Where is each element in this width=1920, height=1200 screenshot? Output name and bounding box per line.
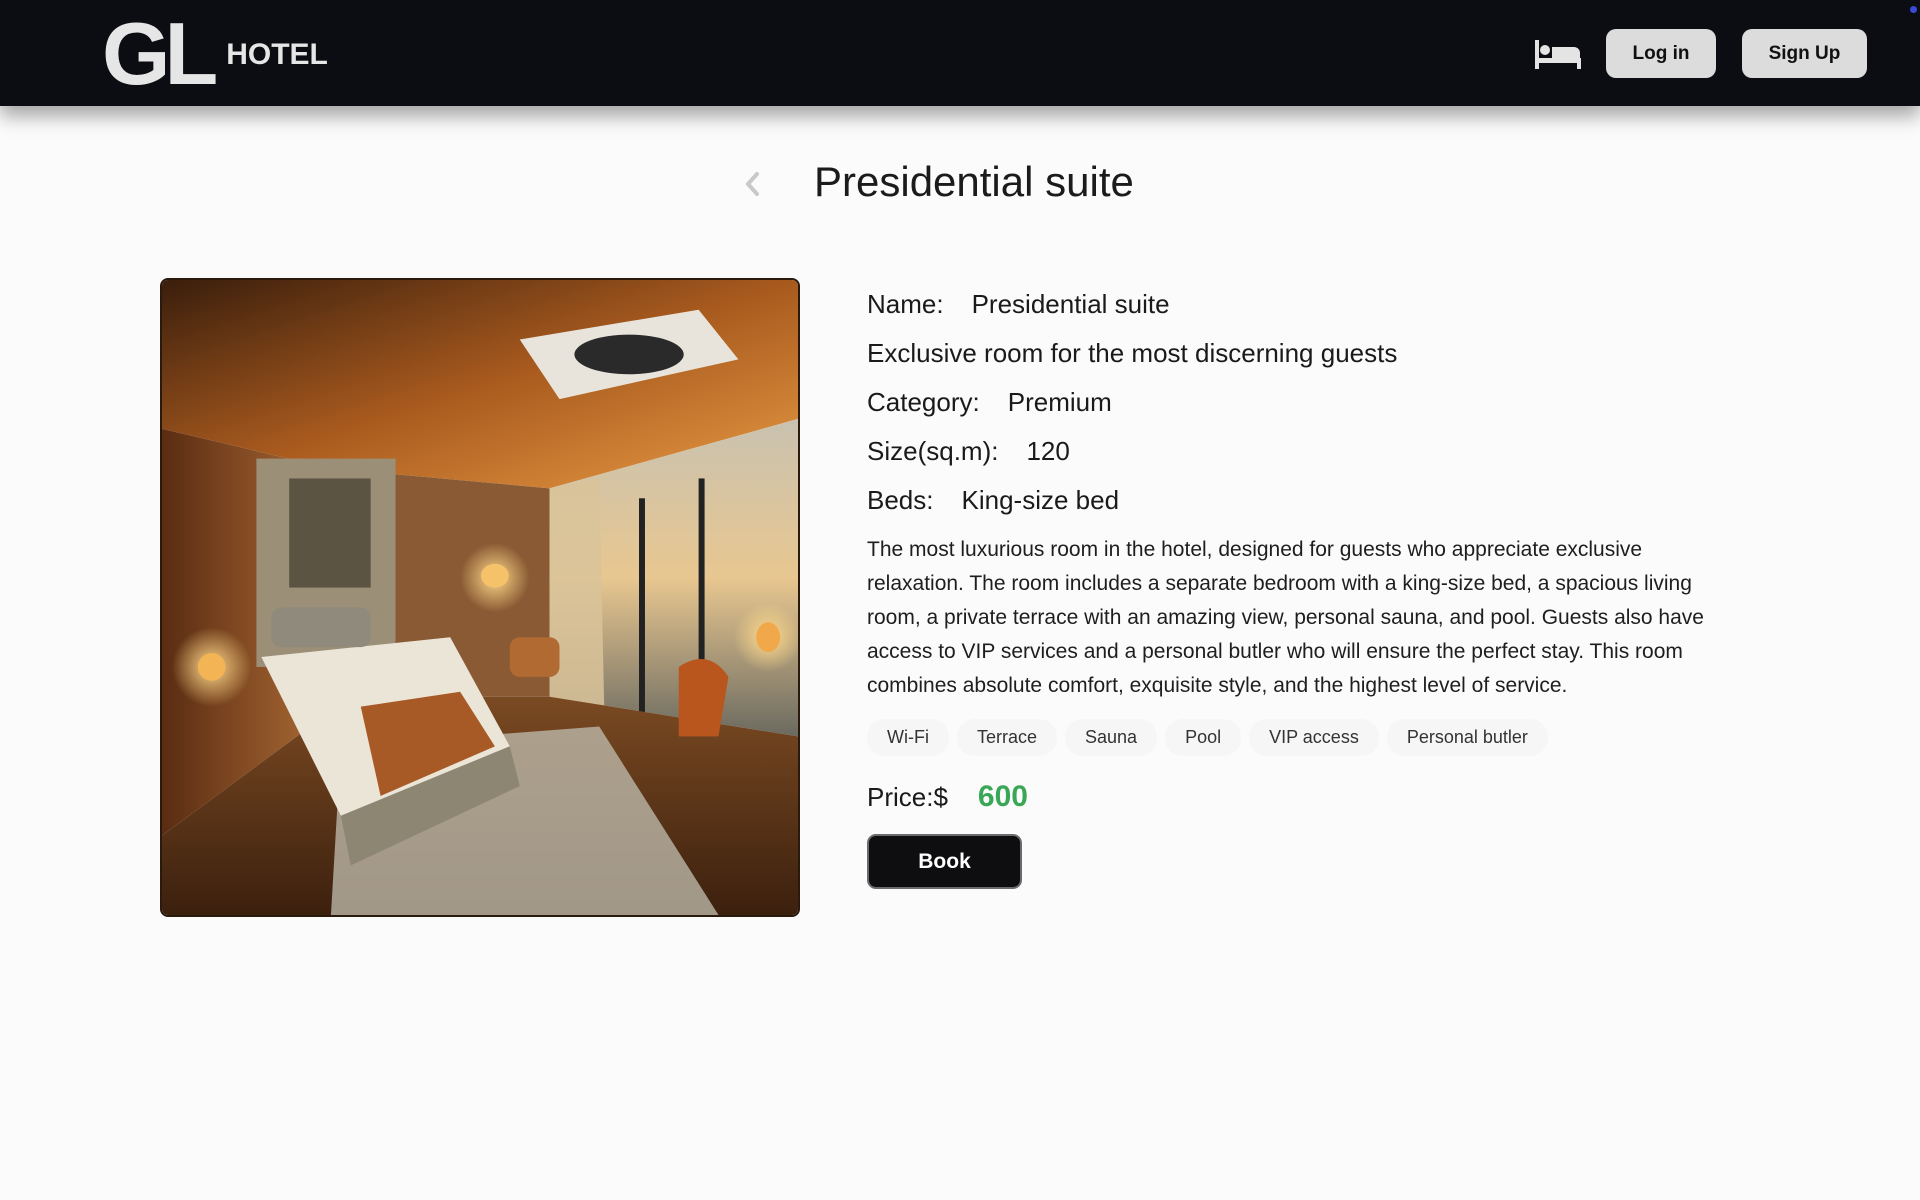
amenity-tags: Wi-Fi Terrace Sauna Pool VIP access Pers… <box>867 719 1727 756</box>
page-title: Presidential suite <box>814 158 1134 205</box>
status-dot <box>1910 6 1917 13</box>
amenity-tag: Pool <box>1165 719 1242 756</box>
room-beds-row: Beds: King-size bed <box>867 480 1727 529</box>
amenity-tag: Terrace <box>956 719 1058 756</box>
bed-icon[interactable] <box>1534 38 1582 70</box>
price-value: 600 <box>977 780 1028 813</box>
logo-text: HOTEL <box>226 38 328 71</box>
room-beds-value: King-size bed <box>961 485 1120 515</box>
room-size-label: Size(sq.m): <box>867 436 999 466</box>
book-button[interactable]: Book <box>867 834 1022 889</box>
room-category-row: Category: Premium <box>867 382 1727 431</box>
amenity-tag: Sauna <box>1065 719 1158 756</box>
logo-mark: GL <box>102 4 218 103</box>
room-description: The most luxurious room in the hotel, de… <box>867 538 1704 697</box>
room-size-value: 120 <box>1026 436 1070 466</box>
room-category-label: Category: <box>867 387 980 417</box>
login-button[interactable]: Log in <box>1606 29 1716 78</box>
signup-button[interactable]: Sign Up <box>1742 29 1867 78</box>
top-navbar: GL HOTEL Log in Sign Up <box>0 0 1920 106</box>
room-tagline: Exclusive room for the most discerning g… <box>867 338 1398 368</box>
price-label: Price:$ <box>867 782 948 812</box>
room-name-label: Name: <box>867 289 944 319</box>
amenity-tag: Personal butler <box>1386 719 1548 756</box>
price-row: Price:$ 600 <box>867 780 1727 814</box>
room-beds-label: Beds: <box>867 485 934 515</box>
back-chevron-icon[interactable] <box>740 166 764 202</box>
room-name-value: Presidential suite <box>971 289 1170 319</box>
room-size-row: Size(sq.m): 120 <box>867 431 1727 480</box>
room-category-value: Premium <box>1007 387 1112 417</box>
room-photo <box>160 278 800 917</box>
room-name-row: Name: Presidential suite <box>867 284 1727 333</box>
hotel-logo[interactable]: GL HOTEL <box>102 4 328 103</box>
amenity-tag: Wi-Fi <box>867 719 949 756</box>
room-details: Name: Presidential suite Exclusive room f… <box>867 284 1727 889</box>
amenity-tag: VIP access <box>1249 719 1379 756</box>
